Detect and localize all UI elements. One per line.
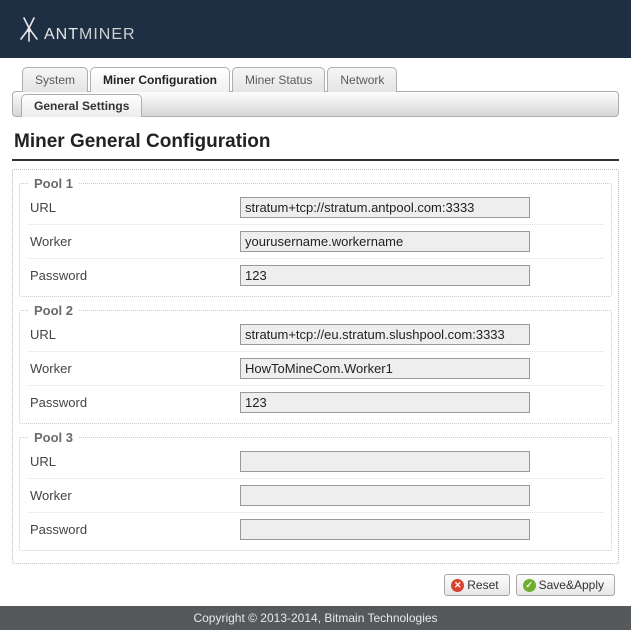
pool-1-worker-input[interactable]	[240, 231, 530, 252]
pool-2-password-label: Password	[30, 395, 240, 410]
pool-3-password-input[interactable]	[240, 519, 530, 540]
pool-1-worker-label: Worker	[30, 234, 240, 249]
app-header: ANTMINER	[0, 0, 631, 58]
secondary-tab-bar: General Settings	[12, 91, 619, 117]
tab-system[interactable]: System	[22, 67, 88, 92]
footer: Copyright © 2013-2014, Bitmain Technolog…	[0, 606, 631, 630]
pool-3-legend: Pool 3	[28, 430, 79, 445]
save-apply-button-label: Save&Apply	[539, 578, 604, 592]
title-divider	[12, 159, 619, 161]
pool-2-legend: Pool 2	[28, 303, 79, 318]
subtab-general-settings[interactable]: General Settings	[21, 94, 142, 117]
pool-2-fieldset: Pool 2 URL Worker Password	[19, 303, 612, 424]
pool-1-url-label: URL	[30, 200, 240, 215]
action-buttons: ✕ Reset ✓ Save&Apply	[12, 564, 619, 602]
pool-2-url-input[interactable]	[240, 324, 530, 345]
tab-miner-status[interactable]: Miner Status	[232, 67, 325, 92]
primary-tabs: System Miner Configuration Miner Status …	[12, 66, 619, 91]
pool-1-password-input[interactable]	[240, 265, 530, 286]
pool-1-legend: Pool 1	[28, 176, 79, 191]
pool-3-worker-label: Worker	[30, 488, 240, 503]
pool-1-password-label: Password	[30, 268, 240, 283]
pool-2-url-label: URL	[30, 327, 240, 342]
save-apply-button[interactable]: ✓ Save&Apply	[516, 574, 615, 596]
brand-text: ANTMINER	[44, 26, 136, 44]
pool-3-url-label: URL	[30, 454, 240, 469]
pool-2-worker-input[interactable]	[240, 358, 530, 379]
tab-miner-configuration[interactable]: Miner Configuration	[90, 67, 230, 92]
check-icon: ✓	[523, 579, 536, 592]
tab-network[interactable]: Network	[327, 67, 397, 92]
main-content: System Miner Configuration Miner Status …	[0, 58, 631, 606]
reset-button[interactable]: ✕ Reset	[444, 574, 509, 596]
reset-button-label: Reset	[467, 578, 498, 592]
pool-3-fieldset: Pool 3 URL Worker Password	[19, 430, 612, 551]
brand-logo: ANTMINER	[18, 14, 136, 44]
config-panel: Pool 1 URL Worker Password Pool 2 URL Wo…	[12, 169, 619, 564]
pool-2-worker-label: Worker	[30, 361, 240, 376]
page-title: Miner General Configuration	[14, 131, 617, 153]
reset-icon: ✕	[451, 579, 464, 592]
pool-3-password-label: Password	[30, 522, 240, 537]
antminer-icon	[18, 14, 40, 42]
pool-1-url-input[interactable]	[240, 197, 530, 218]
pool-2-password-input[interactable]	[240, 392, 530, 413]
pool-3-url-input[interactable]	[240, 451, 530, 472]
pool-1-fieldset: Pool 1 URL Worker Password	[19, 176, 612, 297]
pool-3-worker-input[interactable]	[240, 485, 530, 506]
